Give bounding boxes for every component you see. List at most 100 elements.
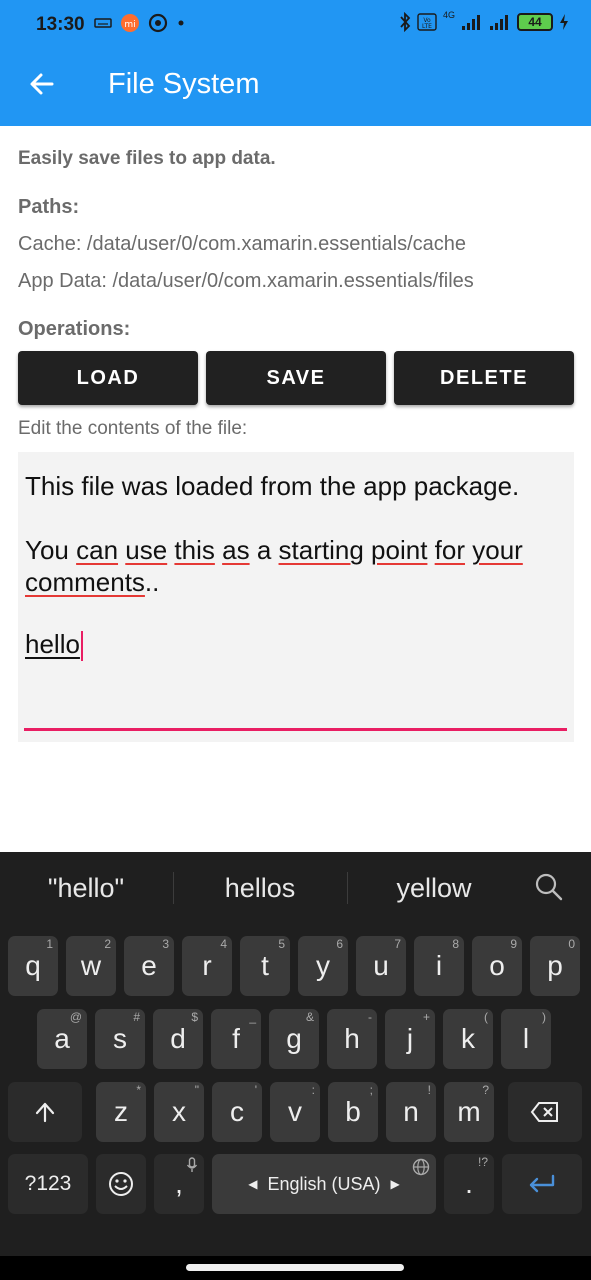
- key-hint: 6: [336, 937, 343, 951]
- editor-word-spellcheck: this: [174, 535, 215, 565]
- cache-path: Cache: /data/user/0/com.xamarin.essentia…: [18, 233, 466, 255]
- key-hint: 2: [104, 937, 111, 951]
- key-label: u: [373, 950, 389, 981]
- key-label: s: [113, 1023, 127, 1054]
- key-s[interactable]: s #: [95, 1009, 145, 1069]
- emoji-key[interactable]: [96, 1154, 146, 1214]
- period-label: .: [465, 1168, 473, 1199]
- key-label: m: [457, 1096, 481, 1127]
- key-label: o: [489, 950, 505, 981]
- key-hint: 7: [394, 937, 401, 951]
- key-a[interactable]: a @: [37, 1009, 87, 1069]
- key-d[interactable]: d $: [153, 1009, 203, 1069]
- delete-button[interactable]: DELETE: [394, 351, 574, 405]
- key-m[interactable]: m?: [444, 1082, 494, 1142]
- back-button[interactable]: [20, 62, 64, 106]
- key-k[interactable]: k(: [443, 1009, 493, 1069]
- key-label: v: [288, 1096, 302, 1127]
- suggestion-1[interactable]: "hello": [0, 852, 172, 924]
- key-hint: ;: [369, 1083, 373, 1097]
- volte-icon: VoLTE: [417, 13, 437, 31]
- backspace-key[interactable]: [508, 1082, 582, 1142]
- symbols-key[interactable]: ?123: [8, 1154, 88, 1214]
- key-l[interactable]: l): [501, 1009, 551, 1069]
- shift-icon: [35, 1102, 55, 1123]
- signal-icon-2: [490, 15, 508, 30]
- key-h[interactable]: h-: [327, 1009, 377, 1069]
- key-label: d: [170, 1023, 186, 1054]
- keyboard-icon: [94, 18, 112, 28]
- operations-label: Operations:: [18, 318, 131, 340]
- space-key[interactable]: ◀ English (USA) ▶: [212, 1154, 436, 1214]
- app-data-path: App Data: /data/user/0/com.xamarin.essen…: [18, 270, 474, 292]
- key-y[interactable]: y6: [298, 936, 348, 996]
- suggestion-3[interactable]: yellow: [348, 852, 520, 924]
- key-n[interactable]: n!: [386, 1082, 436, 1142]
- key-hint: 3: [162, 937, 169, 951]
- microphone-icon: [186, 1157, 198, 1172]
- key-t[interactable]: t5: [240, 936, 290, 996]
- shift-key[interactable]: [8, 1082, 82, 1142]
- network-type-label: 4G: [442, 10, 455, 20]
- save-button[interactable]: SAVE: [206, 351, 386, 405]
- key-hint: 5: [278, 937, 285, 951]
- navigation-bar: [0, 1256, 591, 1280]
- key-hint: -: [368, 1010, 372, 1024]
- key-u[interactable]: u7: [356, 936, 406, 996]
- key-label: r: [202, 950, 212, 981]
- file-contents-editor[interactable]: This file was loaded from the app packag…: [18, 452, 574, 742]
- key-hint: (: [484, 1010, 488, 1024]
- key-hint: 8: [452, 937, 459, 951]
- editor-line-3: hello: [25, 628, 565, 662]
- key-z[interactable]: z *: [96, 1082, 146, 1142]
- key-hint: 9: [510, 937, 517, 951]
- key-label: w: [80, 950, 102, 981]
- key-hint: $: [191, 1010, 198, 1024]
- key-hint: ": [194, 1083, 199, 1097]
- key-b[interactable]: b;: [328, 1082, 378, 1142]
- key-g[interactable]: g &: [269, 1009, 319, 1069]
- key-j[interactable]: j +: [385, 1009, 435, 1069]
- key-p[interactable]: p0: [530, 936, 580, 996]
- key-i[interactable]: i8: [414, 936, 464, 996]
- home-gesture-pill[interactable]: [186, 1264, 404, 1271]
- editor-underline: [24, 728, 567, 731]
- keyboard-search-button[interactable]: [534, 872, 568, 906]
- editor-word: You: [25, 535, 69, 565]
- key-label: b: [345, 1096, 361, 1127]
- key-hint: &: [305, 1010, 314, 1024]
- emoji-icon: [109, 1172, 133, 1196]
- status-right-icons: Vo LTE 4G 44: [399, 10, 569, 32]
- page-title: File System: [108, 68, 260, 100]
- key-e[interactable]: e3: [124, 936, 174, 996]
- status-time: 13:30: [36, 14, 85, 35]
- editor-word-spellcheck: for: [434, 535, 465, 565]
- key-x[interactable]: x ": [154, 1082, 204, 1142]
- key-f[interactable]: f _: [211, 1009, 261, 1069]
- app-bar: File System: [0, 42, 591, 126]
- key-label: q: [25, 950, 41, 981]
- key-label: h: [344, 1023, 360, 1054]
- suggestion-2[interactable]: hellos: [174, 852, 346, 924]
- page-subtitle: Easily save files to app data.: [18, 148, 276, 169]
- comma-key[interactable]: ,: [154, 1154, 204, 1214]
- key-c[interactable]: c ': [212, 1082, 262, 1142]
- key-label: e: [141, 950, 157, 981]
- key-r[interactable]: r4: [182, 936, 232, 996]
- editor-word-spellcheck: can: [76, 535, 119, 565]
- key-q[interactable]: q1: [8, 936, 58, 996]
- search-icon: [535, 873, 563, 901]
- key-hint: ): [542, 1010, 546, 1024]
- key-hint: 0: [568, 937, 575, 951]
- key-hint: :: [311, 1083, 315, 1097]
- key-v[interactable]: v:: [270, 1082, 320, 1142]
- enter-key[interactable]: [502, 1154, 582, 1214]
- key-o[interactable]: o9: [472, 936, 522, 996]
- space-language-label: English (USA): [267, 1173, 381, 1194]
- editor-word-spellcheck: comments: [25, 567, 145, 597]
- period-key[interactable]: . !?: [444, 1154, 494, 1214]
- load-button[interactable]: LOAD: [18, 351, 198, 405]
- key-w[interactable]: w2: [66, 936, 116, 996]
- key-hint: ?: [482, 1083, 489, 1097]
- soft-keyboard: "hello" hellos yellow q1w2e3r4t5y6u7i8o9…: [0, 852, 591, 1280]
